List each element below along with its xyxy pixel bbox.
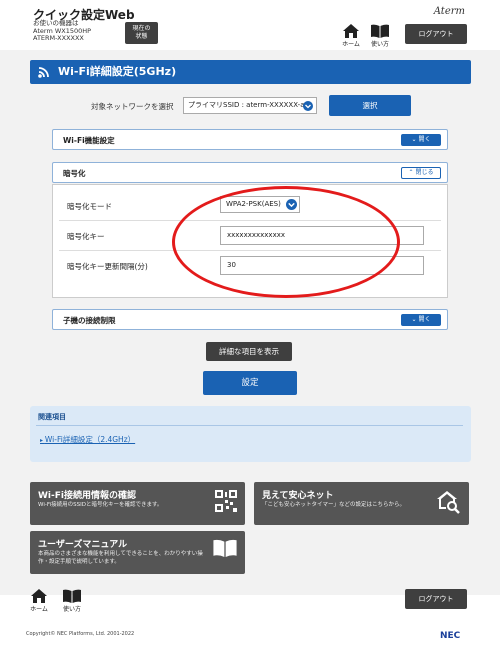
card-wifi-info-desc: Wi-Fi接続用のSSIDと暗号化キーを確認できます。 (38, 502, 163, 508)
manual-nav[interactable]: 使い方 (368, 24, 392, 48)
network-select-row: 対象ネットワークを選択 プライマリSSID : aterm-XXXXXX-a 選… (0, 95, 500, 116)
section-encryption-title: 暗号化 (63, 169, 86, 178)
key-interval-input[interactable]: 30 (220, 256, 424, 275)
logout-button-bottom[interactable]: ログアウト (405, 589, 467, 609)
card-wifi-info[interactable]: Wi-Fi接続用情報の確認 Wi-Fi接続用のSSIDと暗号化キーを確認できます… (30, 482, 245, 525)
encryption-panel: 暗号化モード WPA2-PSK(AES) 暗号化キー xxxxxxxxxxxxx… (52, 184, 448, 298)
apply-button[interactable]: 設定 (203, 371, 297, 395)
toggle-label: 開く (418, 316, 431, 323)
brand-logo: Aterm (433, 6, 465, 17)
card-user-manual-title: ユーザーズマニュアル (38, 540, 128, 550)
copyright: Copyright© NEC Platforms, Ltd. 2001-2022 (26, 631, 135, 637)
current-status-button[interactable]: 現在の 状態 (125, 22, 158, 44)
status-button-line1: 現在の (132, 25, 151, 32)
section-client-restriction-toggle[interactable]: ⌄ 開く (401, 314, 441, 326)
home-icon (31, 589, 47, 603)
encryption-mode-value: WPA2-PSK(AES) (226, 200, 281, 208)
header: クイック設定Web お使いの機器は Aterm WX1500HP ATERM-X… (0, 0, 500, 50)
toggle-label: 閉じる (415, 169, 434, 176)
manual-nav-bottom[interactable]: 使い方 (60, 589, 84, 613)
bottom-nav: ホーム 使い方 ログアウト (0, 589, 500, 620)
network-select[interactable]: プライマリSSID : aterm-XXXXXX-a (183, 97, 317, 114)
encryption-key-label: 暗号化キー (67, 232, 105, 241)
card-safety-net[interactable]: 見えて安心ネット 「こども安心ネットタイマー」などの設定はこちらから。 (254, 482, 469, 525)
select-network-button[interactable]: 選択 (329, 95, 411, 116)
book-icon (371, 24, 389, 38)
page-title-bar: Wi-Fi詳細設定(5GHz) (30, 60, 471, 84)
home-search-icon (437, 491, 460, 514)
encryption-key-row: 暗号化キー xxxxxxxxxxxxxx (59, 221, 441, 251)
page-title: Wi-Fi詳細設定(5GHz) (58, 65, 177, 78)
toggle-label: 開く (418, 136, 431, 143)
encryption-mode-select[interactable]: WPA2-PSK(AES) (220, 196, 300, 213)
encryption-key-input[interactable]: xxxxxxxxxxxxxx (220, 226, 424, 245)
section-wifi-function[interactable]: Wi-Fi機能設定 ⌄ 開く (52, 129, 448, 150)
card-safety-net-desc: 「こども安心ネットタイマー」などの設定はこちらから。 (262, 502, 406, 508)
related-link-wifi-24ghz[interactable]: Wi-Fi詳細設定（2.4GHz） (40, 434, 135, 445)
divider (36, 425, 463, 426)
show-advanced-button[interactable]: 詳細な項目を表示 (206, 342, 292, 361)
book-icon (213, 539, 237, 557)
card-user-manual-desc: 本商品のさまざまな機能を利用してできることを、わかりやすい操作・設定手順で説明し… (38, 551, 203, 565)
footer: Copyright© NEC Platforms, Ltd. 2001-2022… (0, 620, 500, 667)
home-label: ホーム (342, 41, 360, 48)
qr-code-icon (215, 490, 237, 512)
encryption-mode-row: 暗号化モード WPA2-PSK(AES) (59, 191, 441, 221)
device-info: お使いの機器は Aterm WX1500HP ATERM-XXXXXX (33, 19, 91, 43)
main-content: Wi-Fi詳細設定(5GHz) 対象ネットワークを選択 プライマリSSID : … (0, 50, 500, 595)
device-id: ATERM-XXXXXX (33, 34, 84, 42)
related-items-header: 関連項目 (38, 413, 66, 421)
section-client-restriction[interactable]: 子機の接続制限 ⌄ 開く (52, 309, 448, 330)
encryption-mode-label: 暗号化モード (67, 202, 112, 211)
home-nav[interactable]: ホーム (339, 24, 363, 48)
manual-label: 使い方 (370, 41, 389, 48)
wifi-icon (38, 67, 49, 78)
network-select-label: 対象ネットワークを選択 (91, 102, 174, 111)
chevron-down-icon (286, 199, 297, 210)
section-client-restriction-title: 子機の接続制限 (63, 316, 116, 325)
related-items-panel: 関連項目 Wi-Fi詳細設定（2.4GHz） (30, 406, 471, 462)
book-icon (63, 589, 81, 603)
logout-button[interactable]: ログアウト (405, 24, 467, 44)
section-encryption[interactable]: 暗号化 ⌃ 閉じる (52, 162, 448, 183)
section-encryption-toggle[interactable]: ⌃ 閉じる (401, 167, 441, 179)
key-interval-row: 暗号化キー更新間隔(分) 30 (59, 251, 441, 281)
status-button-line2: 状態 (135, 33, 148, 40)
network-select-value: プライマリSSID : aterm-XXXXXX-a (188, 101, 305, 109)
home-icon (343, 24, 359, 38)
nec-logo: NEC (440, 631, 461, 641)
key-interval-label: 暗号化キー更新間隔(分) (67, 262, 148, 271)
chevron-down-icon (303, 101, 313, 111)
section-wifi-function-title: Wi-Fi機能設定 (63, 136, 115, 145)
card-wifi-info-title: Wi-Fi接続用情報の確認 (38, 491, 136, 501)
home-nav-bottom[interactable]: ホーム (27, 589, 51, 613)
card-safety-net-title: 見えて安心ネット (262, 491, 334, 501)
manual-label: 使い方 (62, 606, 81, 613)
card-user-manual[interactable]: ユーザーズマニュアル 本商品のさまざまな機能を利用してできることを、わかりやすい… (30, 531, 245, 574)
home-label: ホーム (30, 606, 48, 613)
section-wifi-function-toggle[interactable]: ⌄ 開く (401, 134, 441, 146)
